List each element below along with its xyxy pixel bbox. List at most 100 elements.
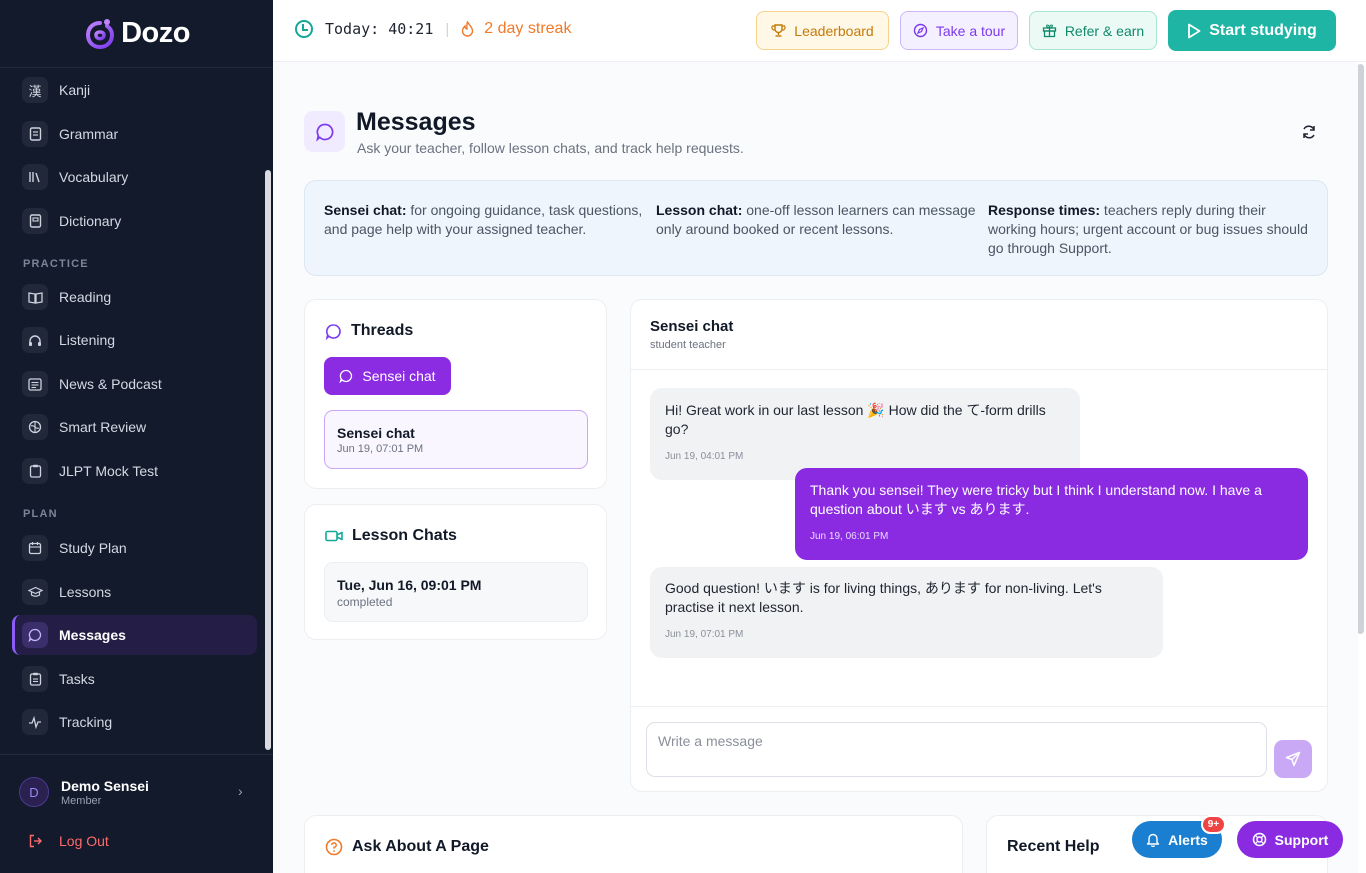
refresh-icon[interactable] [1299,122,1319,142]
threads-title: Threads [351,322,414,339]
sidebar-item-label: Lessons [59,584,112,600]
open-book-icon [22,284,48,310]
bell-icon [1146,833,1160,847]
document-icon [22,121,48,147]
study-timer: Today: 40:21 | 2 day streak [295,20,571,38]
thread-item[interactable]: Sensei chat Jun 19, 07:01 PM [324,410,588,469]
sidebar-item-label: Messages [59,627,126,643]
info-sensei-chat: Sensei chat: for ongoing guidance, task … [324,202,643,237]
sidebar-item-smart-review[interactable]: Smart Review [12,407,257,447]
library-icon [22,164,48,190]
send-button[interactable] [1274,740,1312,778]
compass-icon [913,23,928,38]
sidebar-item-listening[interactable]: Listening [12,320,257,360]
message-text: Good question! います is for living things,… [665,580,1102,615]
threads-card: Threads Sensei chat Sensei chat Jun 19, … [304,299,607,489]
section-label-plan: PLAN [23,508,58,520]
chat-title: Sensei chat [650,318,734,335]
clipboard-icon [22,458,48,484]
topbar: Today: 40:21 | 2 day streak Leaderboard … [273,0,1366,634]
sidebar-item-label: Tasks [59,671,95,687]
message-icon [325,323,341,340]
pill-label: Sensei chat [362,368,436,384]
divider: | [445,20,450,38]
page-title: Messages [356,108,476,136]
video-icon [325,530,343,542]
leaderboard-button[interactable]: Leaderboard [756,11,889,50]
sidebar-item-label: Vocabulary [59,169,129,185]
message-time: Jun 19, 06:01 PM [810,531,889,542]
message-input[interactable] [646,722,1267,777]
take-tour-button[interactable]: Take a tour [900,11,1018,50]
today-label: Today: [325,20,380,38]
send-icon [1285,751,1301,767]
lesson-chat-item[interactable]: Tue, Jun 16, 09:01 PM completed [324,562,588,622]
sidebar-item-label: News & Podcast [59,376,162,392]
lesson-chats-card: Lesson Chats Tue, Jun 16, 09:01 PM compl… [304,504,607,640]
today-time: 40:21 [388,20,434,38]
calendar-icon [22,535,48,561]
message-bubble-incoming: Good question! います is for living things,… [650,567,1163,658]
gift-icon [1042,24,1056,38]
sidebar-item-tracking[interactable]: Tracking [12,702,257,742]
thread-filter-sensei-chat[interactable]: Sensei chat [324,357,451,395]
start-label: Start studying [1209,21,1317,39]
user-menu[interactable]: D Demo Sensei Member › [0,754,273,828]
sidebar-item-kanji[interactable]: 漢 Kanji [12,70,257,110]
sidebar-scrollbar[interactable] [265,70,271,752]
sidebar-item-label: Grammar [59,126,119,142]
sidebar-item-study-plan[interactable]: Study Plan [12,528,257,568]
message-icon [339,369,353,383]
start-studying-button[interactable]: Start studying [1168,10,1336,51]
user-name: Demo Sensei [61,778,149,794]
sidebar-item-tasks[interactable]: Tasks [12,659,257,699]
support-label: Support [1274,831,1329,848]
sidebar-item-label: Dictionary [59,213,122,229]
sidebar-item-jlpt-mock-test[interactable]: JLPT Mock Test [12,451,257,491]
sidebar-item-label: Kanji [59,82,91,98]
sidebar: Dozo 漢 Kanji Grammar Vocabulary Dictiona… [0,0,273,873]
user-role: Member [61,795,102,807]
sidebar-item-label: Tracking [59,714,113,730]
lesson-chats-heading: Lesson Chats [325,527,457,545]
sidebar-item-label: Study Plan [59,540,127,556]
sidebar-item-label: Reading [59,289,112,305]
trophy-icon [771,24,786,37]
message-bubble-incoming: Hi! Great work in our last lesson 🎉 How … [650,388,1080,480]
book-icon [22,208,48,234]
refer-earn-button[interactable]: Refer & earn [1029,11,1157,50]
chat-panel: Sensei chat student teacher Hi! Great wo… [630,299,1328,792]
sidebar-item-grammar[interactable]: Grammar [12,114,257,154]
ask-about-page-card: Ask About A Page [304,815,963,873]
sidebar-item-vocabulary[interactable]: Vocabulary [12,157,257,197]
sidebar-item-label: JLPT Mock Test [59,463,159,479]
alerts-label: Alerts [1168,831,1208,848]
message-text: Hi! Great work in our last lesson 🎉 How … [665,402,1046,437]
dozo-logo-icon [86,18,115,49]
logout-button[interactable]: Log Out [22,828,109,854]
sidebar-nav: 漢 Kanji Grammar Vocabulary Dictionary PR… [0,68,273,754]
sidebar-item-news-podcast[interactable]: News & Podcast [12,364,257,404]
sidebar-item-lessons[interactable]: Lessons [12,572,257,612]
sidebar-item-messages[interactable]: Messages [12,615,257,655]
clipboard-check-icon [22,666,48,692]
compose-bar [631,706,1327,792]
kanji-icon: 漢 [22,77,48,103]
support-button[interactable]: Support [1237,821,1343,858]
message-text: Thank you sensei! They were tricky but I… [810,482,1262,517]
tour-label: Take a tour [935,22,1006,39]
app-logo[interactable]: Dozo [0,0,273,68]
refer-label: Refer & earn [1064,22,1145,39]
chat-header: Sensei chat student teacher [631,300,1327,370]
thread-time: Jun 19, 07:01 PM [337,443,424,455]
sidebar-item-reading[interactable]: Reading [12,277,257,317]
threads-heading: Threads [325,322,413,340]
lesson-chat-status: completed [337,595,393,609]
page-scrollbar[interactable] [1357,64,1364,634]
message-time: Jun 19, 07:01 PM [665,629,744,640]
sidebar-item-dictionary[interactable]: Dictionary [12,201,257,241]
activity-icon [22,709,48,735]
leaderboard-label: Leaderboard [794,22,874,39]
sidebar-scrollbar-thumb[interactable] [265,170,271,750]
page-subtitle: Ask your teacher, follow lesson chats, a… [357,140,744,156]
